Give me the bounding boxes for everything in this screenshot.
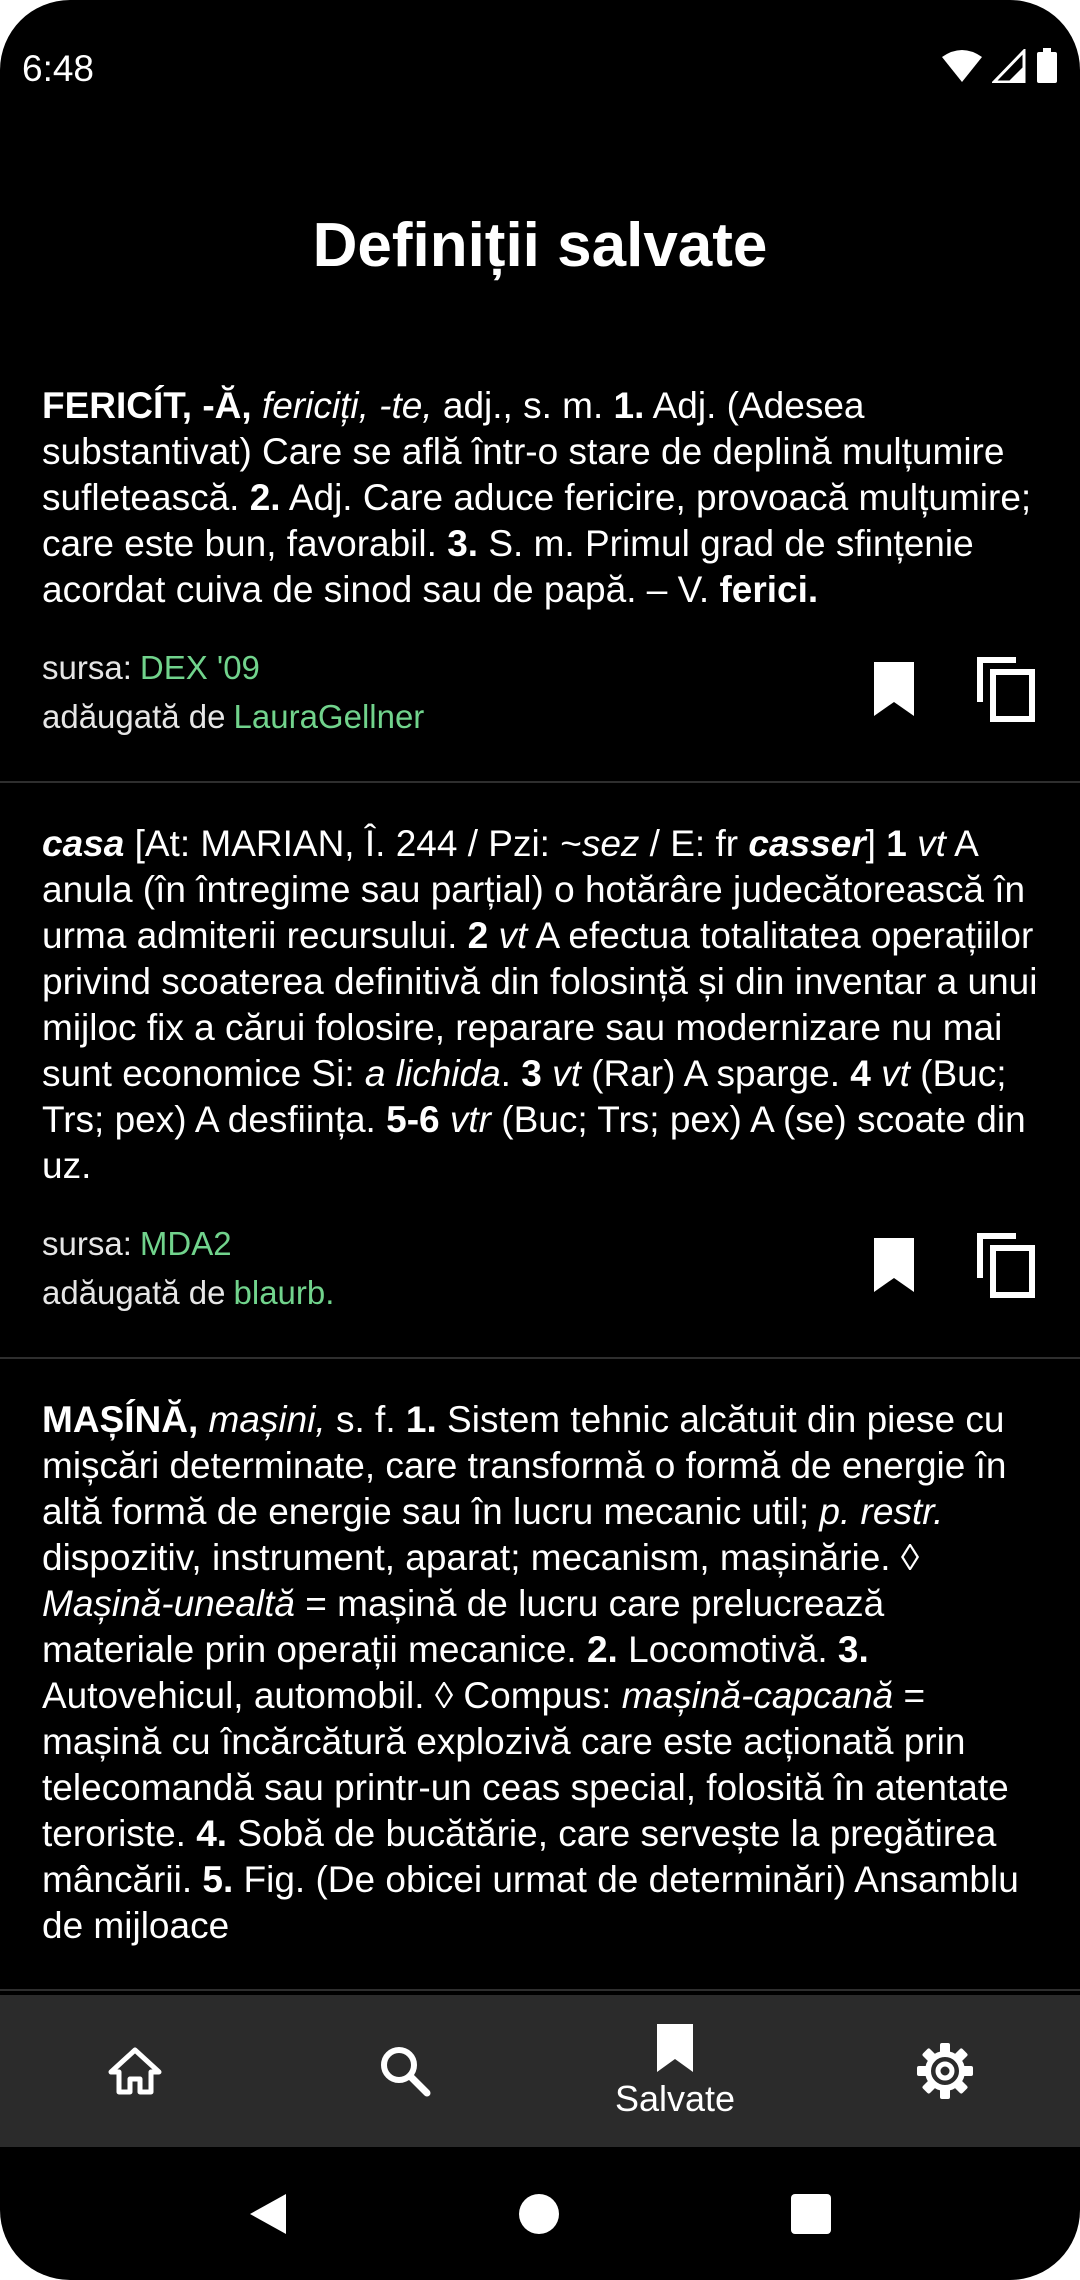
home-icon: [108, 2047, 162, 2095]
saved-definitions-list[interactable]: FERICÍT, -Ă, fericiți, -te, adj., s. m. …: [0, 345, 1080, 1995]
definition-segment: mașină-capcană: [621, 1675, 894, 1716]
definition-segment: MAȘÍNĂ,: [42, 1399, 199, 1440]
definition-segment: 3.: [447, 523, 479, 564]
definition-segment: ]: [865, 823, 887, 864]
definition-segment: Locomotivă.: [617, 1629, 838, 1670]
definition-segment: FERICÍT, -Ă,: [42, 385, 252, 426]
definition-segment: 3.: [837, 1629, 869, 1670]
definition-segment: s. f.: [325, 1399, 406, 1440]
status-time: 6:48: [22, 48, 95, 89]
home-circle-icon[interactable]: [518, 2193, 560, 2235]
definition-segment: sez: [581, 823, 640, 864]
definition-text: FERICÍT, -Ă, fericiți, -te, adj., s. m. …: [42, 383, 1038, 613]
definition-card: FERICÍT, -Ă, fericiți, -te, adj., s. m. …: [0, 345, 1080, 783]
definition-segment: a lichida: [364, 1053, 501, 1094]
recents-icon[interactable]: [790, 2193, 832, 2235]
status-bar: 6:48: [0, 0, 1080, 140]
definition-text: MAȘÍNĂ, mașini, s. f. 1. Sistem tehnic a…: [42, 1397, 1038, 1949]
nav-search[interactable]: [270, 1995, 540, 2147]
system-navigation-bar: [0, 2147, 1080, 2280]
definition-segment: 5.: [202, 1859, 234, 1900]
copy-icon: [977, 1233, 1035, 1298]
source-link[interactable]: DEX '09: [140, 649, 260, 686]
battery-icon: [1037, 48, 1057, 83]
app-screen: 6:48 Definiții salvate FERICÍT, -Ă, feri…: [0, 0, 1080, 2280]
definition-segment: 2.: [586, 1629, 618, 1670]
definition-segment: fericiți, -te,: [261, 385, 433, 426]
copy-icon: [977, 657, 1035, 722]
page-title: Definiții salvate: [312, 211, 768, 280]
definition-actions: [862, 657, 1038, 722]
definition-segment: 1.: [405, 1399, 437, 1440]
copy-button[interactable]: [974, 1233, 1038, 1298]
definition-segment: [542, 1053, 552, 1094]
definition-segment: [907, 823, 917, 864]
definition-card: MAȘÍNĂ, mașini, s. f. 1. Sistem tehnic a…: [0, 1359, 1080, 1991]
definition-segment: casa: [42, 823, 125, 864]
copy-button[interactable]: [974, 657, 1038, 722]
nav-saved-label: Salvate: [614, 2078, 736, 2119]
definition-segment: p. restr.: [819, 1491, 944, 1532]
added-by-label: adăugată de: [42, 698, 226, 735]
source-label: sursa:: [42, 649, 132, 686]
definition-segment: casser: [748, 823, 866, 864]
definition-segment: [198, 1399, 208, 1440]
definition-actions: [862, 1233, 1038, 1298]
wifi-icon: [942, 50, 982, 82]
definition-segment: / E: fr: [639, 823, 749, 864]
definition-segment: 2: [467, 915, 489, 956]
definition-segment: 1.: [613, 385, 645, 426]
definition-segment: vt: [881, 1053, 910, 1094]
nav-home[interactable]: [0, 1995, 270, 2147]
definition-segment: 5-6: [386, 1099, 440, 1140]
added-by-label: adăugată de: [42, 1274, 226, 1311]
back-icon[interactable]: [248, 2192, 288, 2236]
definition-segment: mașini,: [208, 1399, 326, 1440]
definition-segment: ferici.: [719, 569, 819, 610]
definition-segment: 4.: [196, 1813, 228, 1854]
bottom-navigation: Salvate: [0, 1995, 1080, 2147]
gear-icon: [917, 2043, 973, 2099]
author-link[interactable]: blaurb.: [234, 1274, 335, 1311]
definition-segment: 4: [850, 1053, 871, 1094]
source-link[interactable]: MDA2: [140, 1225, 232, 1262]
definition-segment: dispozitiv, instrument, aparat; mecanism…: [42, 1537, 920, 1578]
status-icons: [942, 48, 1058, 84]
definition-card: casa [At: MARIAN, Î. 244 / Pzi: ~sez / E…: [0, 783, 1080, 1359]
definition-text: casa [At: MARIAN, Î. 244 / Pzi: ~sez / E…: [42, 821, 1038, 1189]
definition-segment: Mașină-unealtă: [42, 1583, 295, 1624]
definition-segment: 1: [886, 823, 907, 864]
definition-segment: [871, 1053, 881, 1094]
definition-segment: [At: MARIAN, Î. 244 / Pzi: ~: [124, 823, 582, 864]
definition-segment: (Rar) A sparge.: [580, 1053, 851, 1094]
definition-segment: [488, 915, 498, 956]
bookmark-button[interactable]: [862, 1233, 926, 1297]
definition-segment: [440, 1099, 450, 1140]
definition-segment: .: [500, 1053, 522, 1094]
definition-segment: [252, 385, 262, 426]
definition-segment: adj., s. m.: [432, 385, 614, 426]
nav-settings[interactable]: [810, 1995, 1080, 2147]
author-link[interactable]: LauraGellner: [234, 698, 425, 735]
definition-segment: vt: [498, 915, 528, 956]
bookmark-icon: [874, 1238, 914, 1292]
nav-saved[interactable]: Salvate: [540, 1995, 810, 2147]
definition-segment: 2.: [249, 477, 281, 518]
definition-segment: Autovehicul, automobil. ◊ Compus:: [42, 1675, 622, 1716]
definition-segment: vt: [552, 1053, 581, 1094]
definition-segment: vt: [917, 823, 946, 864]
bookmark-icon: [657, 2024, 693, 2072]
search-icon: [381, 2047, 431, 2097]
definition-segment: 3: [521, 1053, 542, 1094]
bookmark-icon: [874, 662, 914, 716]
source-label: sursa:: [42, 1225, 132, 1262]
cell-signal-icon: [992, 49, 1026, 83]
bookmark-button[interactable]: [862, 657, 926, 721]
definition-segment: vtr: [449, 1099, 491, 1140]
